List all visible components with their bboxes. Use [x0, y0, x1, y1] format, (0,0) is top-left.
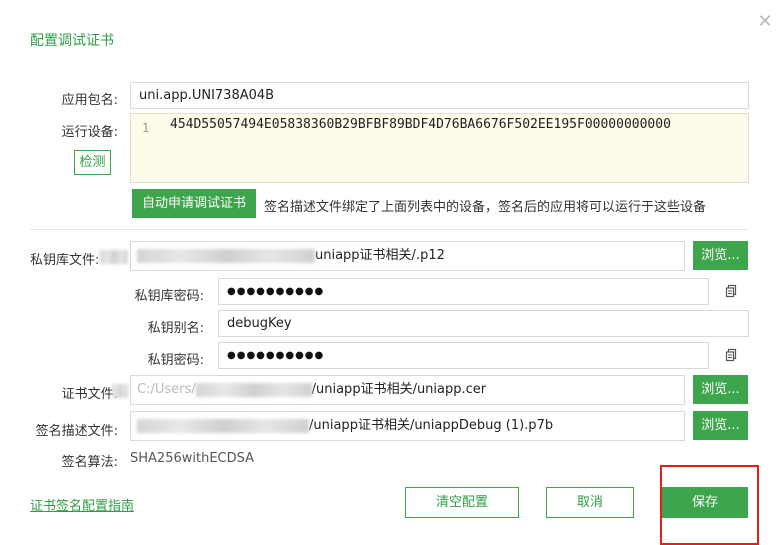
key-password-label: 私钥密码:: [147, 353, 204, 368]
line-number: 1: [142, 121, 150, 135]
cert-path-prefix: C:/Users/: [137, 382, 196, 397]
package-name-field[interactable]: uni.app.UNI738A04B: [130, 82, 749, 109]
dialog-title: 配置调试证书: [30, 33, 114, 49]
cancel-button[interactable]: 取消: [546, 487, 634, 518]
redacted-area: [100, 250, 128, 264]
copy-icon[interactable]: [725, 284, 739, 298]
redacted-path: [137, 418, 309, 433]
browse-profile-button[interactable]: 浏览...: [693, 411, 748, 440]
key-password-field[interactable]: ●●●●●●●●●●: [218, 342, 709, 369]
apply-hint: 签名描述文件绑定了上面列表中的设备，签名后的应用将可以运行于这些设备: [264, 200, 707, 215]
browse-keystore-button[interactable]: 浏览...: [693, 241, 748, 270]
copy-icon[interactable]: [725, 348, 739, 362]
sign-algorithm-label: 签名算法:: [61, 455, 118, 470]
keystore-file-value: uniapp证书相关/.p12: [315, 248, 445, 263]
cert-file-label: 证书文件:: [61, 387, 118, 402]
cert-file-field[interactable]: C:/Users/ /uniapp证书相关/uniapp.cer: [130, 375, 685, 405]
redacted-path: [195, 382, 312, 397]
annotation-box: [660, 465, 759, 545]
key-alias-label: 私钥别名:: [147, 321, 204, 336]
profile-file-value: /uniapp证书相关/uniappDebug (1).p7b: [309, 418, 554, 433]
keystore-password-label: 私钥库密码:: [134, 289, 204, 304]
profile-file-label: 签名描述文件:: [35, 424, 118, 439]
auto-apply-cert-button[interactable]: 自动申请调试证书: [132, 189, 256, 218]
key-alias-field[interactable]: debugKey: [218, 310, 749, 337]
close-icon[interactable]: ✕: [757, 13, 773, 31]
keystore-password-field[interactable]: ●●●●●●●●●●: [218, 278, 709, 305]
keystore-file-field[interactable]: uniapp证书相关/.p12: [130, 241, 685, 271]
clear-config-button[interactable]: 清空配置: [405, 487, 519, 518]
detect-button[interactable]: 检测: [74, 150, 111, 175]
package-name-label: 应用包名:: [61, 93, 118, 108]
cert-file-value: /uniapp证书相关/uniapp.cer: [311, 382, 487, 397]
profile-file-field[interactable]: /uniapp证书相关/uniappDebug (1).p7b: [130, 411, 685, 441]
redacted-path: [137, 248, 315, 263]
browse-cert-button[interactable]: 浏览...: [693, 375, 748, 404]
device-label: 运行设备:: [61, 125, 118, 140]
redacted-area: [112, 384, 128, 398]
section-divider: [30, 229, 748, 230]
sign-algorithm-value: SHA256withECDSA: [130, 451, 255, 466]
device-id[interactable]: 454D55057494E05838360B29BFBF89BDF4D76BA6…: [170, 117, 671, 132]
guide-link[interactable]: 证书签名配置指南: [30, 495, 134, 514]
